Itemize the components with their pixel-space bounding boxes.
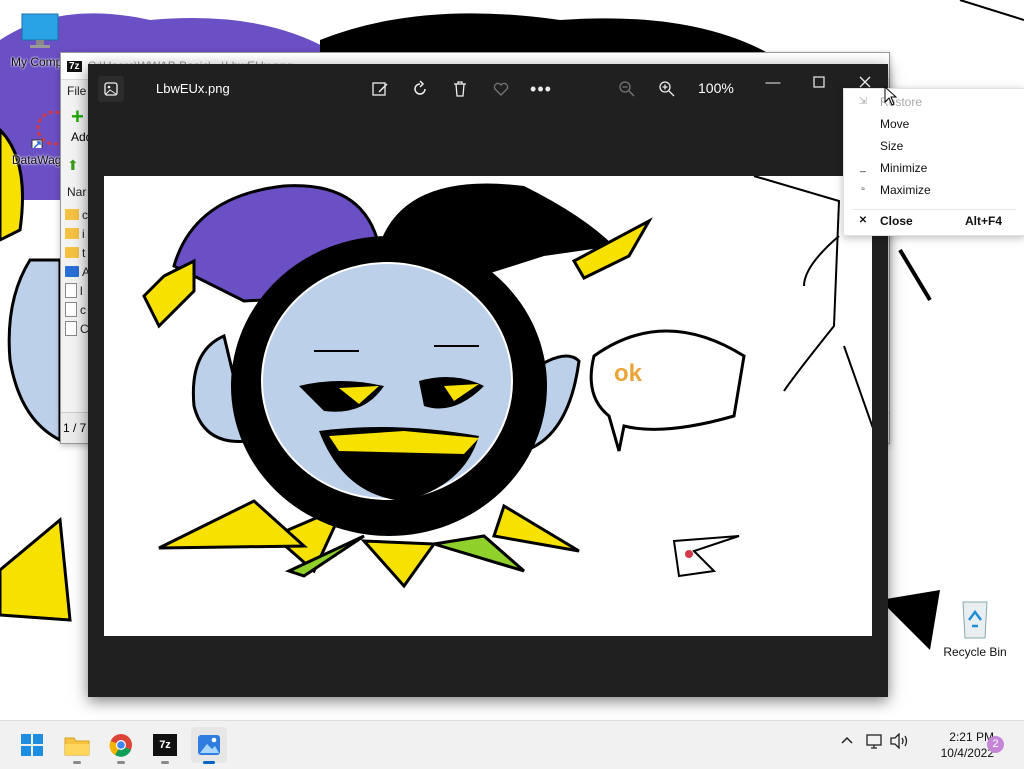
running-indicator bbox=[117, 761, 125, 764]
photos-icon bbox=[198, 735, 220, 755]
chevron-up-icon bbox=[841, 736, 853, 744]
network-button[interactable] bbox=[866, 733, 884, 752]
running-indicator bbox=[73, 761, 81, 764]
maximize-button[interactable] bbox=[796, 70, 842, 94]
close-icon bbox=[859, 76, 871, 88]
file-icon bbox=[65, 321, 77, 336]
taskbar: 7z 2:21 PM 10/4/2022 bbox=[0, 720, 1024, 769]
file-name: LbwEUx.png bbox=[156, 81, 230, 96]
photos-window[interactable]: LbwEUx.png ••• 100% — ok bbox=[88, 64, 888, 697]
menu-item-size[interactable]: Size bbox=[844, 135, 1024, 157]
file-icon bbox=[65, 283, 77, 298]
7zip-app-icon: 7z bbox=[67, 60, 82, 72]
more-options-button[interactable]: ••• bbox=[528, 76, 554, 102]
zoom-level[interactable]: 100% bbox=[698, 80, 734, 96]
show-hidden-icons-button[interactable] bbox=[840, 733, 854, 750]
image-file-icon bbox=[65, 266, 79, 277]
file-explorer-icon bbox=[64, 737, 90, 756]
menu-item-move[interactable]: Move bbox=[844, 113, 1024, 135]
favorite-heart-icon bbox=[493, 82, 509, 96]
more-options-icon: ••• bbox=[530, 79, 552, 99]
datawagon-shortcut-icon bbox=[31, 110, 72, 151]
menu-item-restore[interactable]: ⇲ Restore bbox=[844, 91, 1024, 113]
volume-icon bbox=[890, 732, 908, 750]
menu-item-label: Move bbox=[880, 117, 910, 131]
menu-item-maximize[interactable]: ▫ Maximize bbox=[844, 179, 1024, 201]
speech-bubble-text: ok bbox=[614, 360, 643, 387]
desktop-icon-recycle-bin[interactable]: Recycle Bin bbox=[935, 596, 1015, 659]
jester-drawing: ok bbox=[142, 176, 872, 589]
minimize-glyph-icon: _ bbox=[860, 162, 866, 173]
maximize-icon bbox=[813, 76, 825, 88]
up-folder-icon[interactable]: ⬆ bbox=[67, 157, 79, 174]
zoom-in-button[interactable] bbox=[654, 76, 680, 102]
edit-image-icon bbox=[372, 82, 388, 96]
menu-file[interactable]: File bbox=[67, 84, 86, 98]
status-count: 1 / 7 bbox=[63, 421, 87, 435]
rotate-icon bbox=[414, 80, 426, 95]
taskbar-file-explorer[interactable] bbox=[59, 727, 95, 764]
folder-icon bbox=[65, 228, 79, 239]
delete-button[interactable] bbox=[447, 76, 473, 102]
list-item-label: c bbox=[80, 302, 86, 317]
notification-badge[interactable]: 2 bbox=[987, 736, 1004, 753]
window-context-menu: ⇲ Restore Move Size _ Minimize ▫ Maximiz… bbox=[843, 88, 1024, 236]
maximize-glyph-icon: ▫ bbox=[861, 184, 865, 195]
zoom-out-button[interactable] bbox=[614, 76, 640, 102]
menu-item-shortcut: Alt+F4 bbox=[964, 214, 1002, 228]
column-header-name[interactable]: Nar bbox=[67, 185, 86, 199]
start-button[interactable] bbox=[14, 727, 50, 763]
folder-icon bbox=[65, 247, 79, 258]
menu-item-label: Size bbox=[880, 139, 904, 153]
file-icon bbox=[65, 302, 77, 317]
recycle-bin-icon bbox=[962, 601, 988, 639]
taskbar-7zip[interactable]: 7z bbox=[147, 727, 183, 764]
list-item-label: t bbox=[82, 245, 86, 260]
clock-time: 2:21 PM bbox=[949, 730, 994, 744]
network-icon bbox=[866, 734, 882, 749]
image-canvas[interactable]: ok bbox=[104, 176, 872, 636]
menu-item-minimize[interactable]: _ Minimize bbox=[844, 157, 1024, 179]
clock[interactable]: 2:21 PM 10/4/2022 bbox=[918, 729, 994, 761]
menu-item-close[interactable]: ✕ Close Alt+F4 bbox=[844, 210, 1024, 232]
7zip-icon: 7z bbox=[153, 734, 177, 756]
clock-date: 10/4/2022 bbox=[940, 746, 994, 760]
zoom-out-icon bbox=[619, 81, 635, 97]
restore-icon: ⇲ bbox=[858, 96, 868, 107]
close-glyph-icon: ✕ bbox=[858, 215, 868, 226]
running-indicator bbox=[161, 761, 169, 764]
menu-item-label: Close bbox=[880, 214, 913, 228]
list-item-label: l bbox=[80, 283, 83, 298]
zoom-in-icon bbox=[659, 81, 675, 97]
photos-titlebar[interactable]: LbwEUx.png ••• 100% — bbox=[88, 64, 888, 112]
list-item-label: i bbox=[82, 226, 85, 241]
menu-item-label: Minimize bbox=[880, 161, 928, 175]
folder-icon bbox=[65, 209, 79, 220]
menu-item-label: Maximize bbox=[880, 183, 931, 197]
running-indicator bbox=[203, 761, 215, 764]
photos-app-icon[interactable] bbox=[98, 76, 124, 102]
image-icon bbox=[104, 82, 118, 96]
mouse-cursor-icon bbox=[884, 86, 898, 106]
minimize-icon: — bbox=[765, 73, 781, 91]
minimize-button[interactable]: — bbox=[750, 70, 796, 94]
delete-icon bbox=[454, 81, 466, 97]
monitor-icon bbox=[21, 13, 59, 48]
volume-button[interactable] bbox=[890, 732, 910, 752]
start-icon bbox=[21, 734, 43, 756]
taskbar-chrome[interactable] bbox=[103, 727, 139, 764]
chrome-icon bbox=[109, 734, 132, 757]
desktop-icon-label: Recycle Bin bbox=[943, 645, 1007, 659]
add-plus-icon[interactable]: + bbox=[71, 104, 84, 130]
favorite-button[interactable] bbox=[488, 76, 514, 102]
taskbar-photos[interactable] bbox=[191, 727, 227, 764]
rotate-button[interactable] bbox=[407, 76, 433, 102]
edit-image-button[interactable] bbox=[367, 76, 393, 102]
